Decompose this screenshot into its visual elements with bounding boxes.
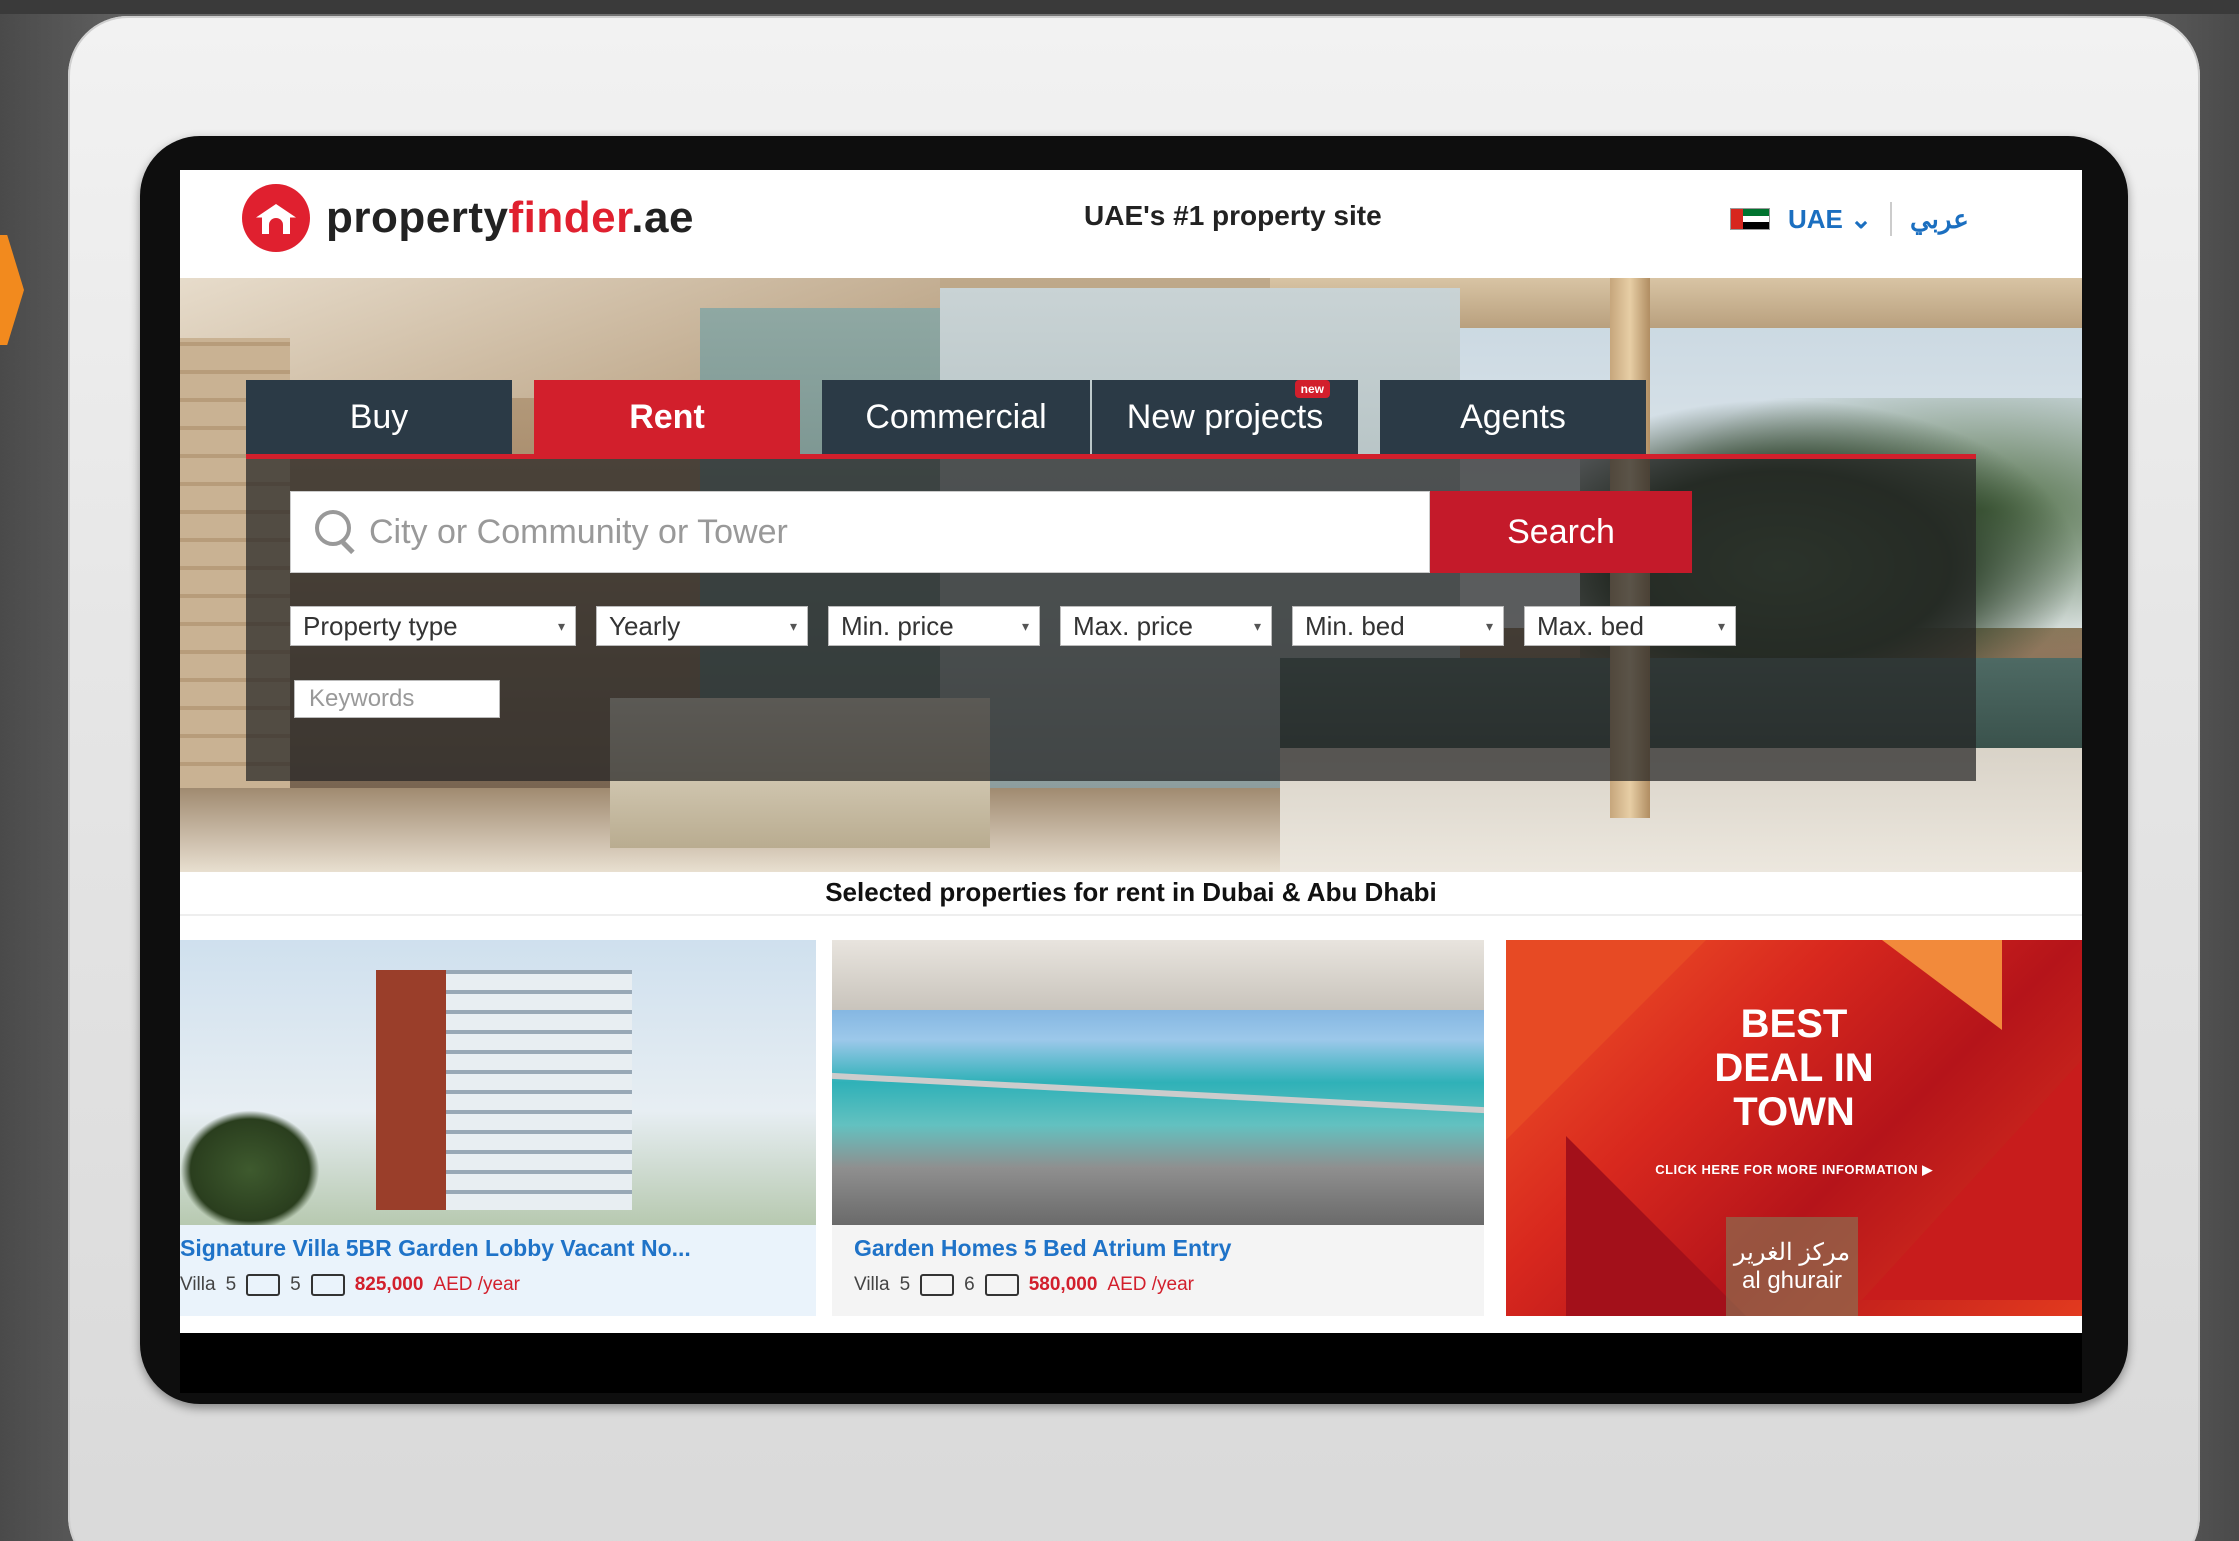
bed-icon [246, 1274, 281, 1296]
listing-title[interactable]: Signature Villa 5BR Garden Lobby Vacant … [180, 1235, 816, 1262]
property-type-label: Villa [180, 1274, 216, 1295]
price-unit: AED /year [433, 1274, 520, 1295]
listing-card[interactable]: Signature Villa 5BR Garden Lobby Vacant … [180, 940, 816, 1316]
dropdown-arrow-icon: ▾ [789, 617, 797, 634]
min-price-select[interactable]: Min. price ▾ [828, 606, 1040, 646]
country-label[interactable]: UAE ⌄ [1788, 204, 1872, 235]
search-tabs: Buy Rent Commercial New projects new Agen… [246, 380, 1646, 454]
baths-count: 6 [964, 1274, 975, 1295]
tab-agents[interactable]: Agents [1380, 380, 1646, 454]
site-logo[interactable]: propertyfinder.ae [242, 184, 694, 252]
bath-icon [310, 1274, 345, 1296]
house-logo-icon [242, 184, 310, 252]
dropdown-arrow-icon: ▾ [557, 617, 565, 634]
price-unit: AED /year [1107, 1274, 1194, 1295]
beds-count: 5 [899, 1274, 911, 1295]
min-bed-select[interactable]: Min. bed ▾ [1292, 606, 1504, 646]
tab-buy[interactable]: Buy [246, 380, 512, 454]
dropdown-arrow-icon: ▾ [1717, 617, 1725, 634]
baths-count: 5 [290, 1274, 301, 1295]
max-price-select[interactable]: Max. price ▾ [1060, 606, 1272, 646]
ad-cta-link[interactable]: CLICK HERE FOR MORE INFORMATION ▶ [1506, 1162, 2082, 1178]
site-tagline: UAE's #1 property site [1084, 200, 1382, 231]
balcony-roof-image [832, 940, 1484, 1010]
filter-row: Property type ▾ Yearly ▾ Min. price ▾ Max. … [290, 606, 1736, 646]
keywords-input[interactable]: Keywords [294, 680, 500, 718]
hero-banner: Buy Rent Commercial New projects new Agen… [180, 278, 2082, 872]
top-strip [0, 0, 2239, 14]
tab-rent[interactable]: Rent [534, 380, 800, 454]
search-button[interactable]: Search [1430, 491, 1692, 573]
listing-title[interactable]: Garden Homes 5 Bed Atrium Entry [854, 1235, 1484, 1262]
device-bezel-bottom [180, 1333, 2082, 1393]
period-select[interactable]: Yearly ▾ [596, 606, 808, 646]
uae-flag-icon [1730, 208, 1770, 230]
chevron-down-icon: ⌄ [1850, 203, 1872, 234]
max-bed-select[interactable]: Max. bed ▾ [1524, 606, 1736, 646]
website-screen: propertyfinder.ae UAE's #1 property site… [180, 170, 2082, 1333]
new-badge: new [1294, 380, 1330, 398]
listing-card[interactable]: Garden Homes 5 Bed Atrium Entry Villa 5 … [832, 940, 1484, 1316]
listing-info: Signature Villa 5BR Garden Lobby Vacant … [180, 1225, 816, 1316]
dropdown-arrow-icon: ▾ [1253, 617, 1261, 634]
listing-info: Garden Homes 5 Bed Atrium Entry Villa 5 … [832, 1225, 1484, 1316]
advertisement-banner[interactable]: BEST DEAL IN TOWN CLICK HERE FOR MORE IN… [1506, 940, 2082, 1316]
search-icon [315, 510, 359, 554]
bath-icon [984, 1274, 1019, 1296]
bed-icon [920, 1274, 955, 1296]
listing-price: 825,000 [354, 1274, 424, 1295]
listing-price: 580,000 [1028, 1274, 1098, 1295]
divider [1889, 202, 1892, 236]
listing-meta: Villa 5 6 580,000 AED /year [854, 1274, 1484, 1296]
section-title: Selected properties for rent in Dubai & … [180, 872, 2082, 920]
tree-image [180, 1110, 320, 1230]
ad-headline: BEST DEAL IN TOWN [1714, 1002, 1874, 1134]
logo-text: propertyfinder.ae [326, 193, 694, 242]
search-field[interactable] [290, 491, 1430, 573]
arabic-language-link[interactable]: عربي [1910, 204, 1969, 235]
property-type-label: Villa [854, 1274, 890, 1295]
beds-count: 5 [225, 1274, 237, 1295]
building-accent [376, 970, 446, 1210]
listing-photo[interactable] [832, 940, 1484, 1225]
tab-commercial[interactable]: Commercial [822, 380, 1090, 454]
country-selector[interactable]: UAE ⌄ عربي [1730, 202, 1969, 236]
balcony-rail-image [832, 1072, 1484, 1114]
ad-brand-logo: مركز الغرير al ghurair [1726, 1217, 1858, 1316]
listing-meta: Villa 5 5 825,000 AED /year [180, 1274, 816, 1296]
tab-new-projects[interactable]: New projects new [1092, 380, 1358, 454]
listing-photo[interactable] [180, 940, 816, 1230]
property-type-select[interactable]: Property type ▾ [290, 606, 576, 646]
site-header: propertyfinder.ae UAE's #1 property site… [180, 170, 2082, 278]
orange-arrow-decoration [0, 235, 24, 345]
dropdown-arrow-icon: ▾ [1485, 617, 1493, 634]
divider [180, 914, 2082, 916]
search-input[interactable] [369, 492, 1429, 572]
dropdown-arrow-icon: ▾ [1021, 617, 1029, 634]
